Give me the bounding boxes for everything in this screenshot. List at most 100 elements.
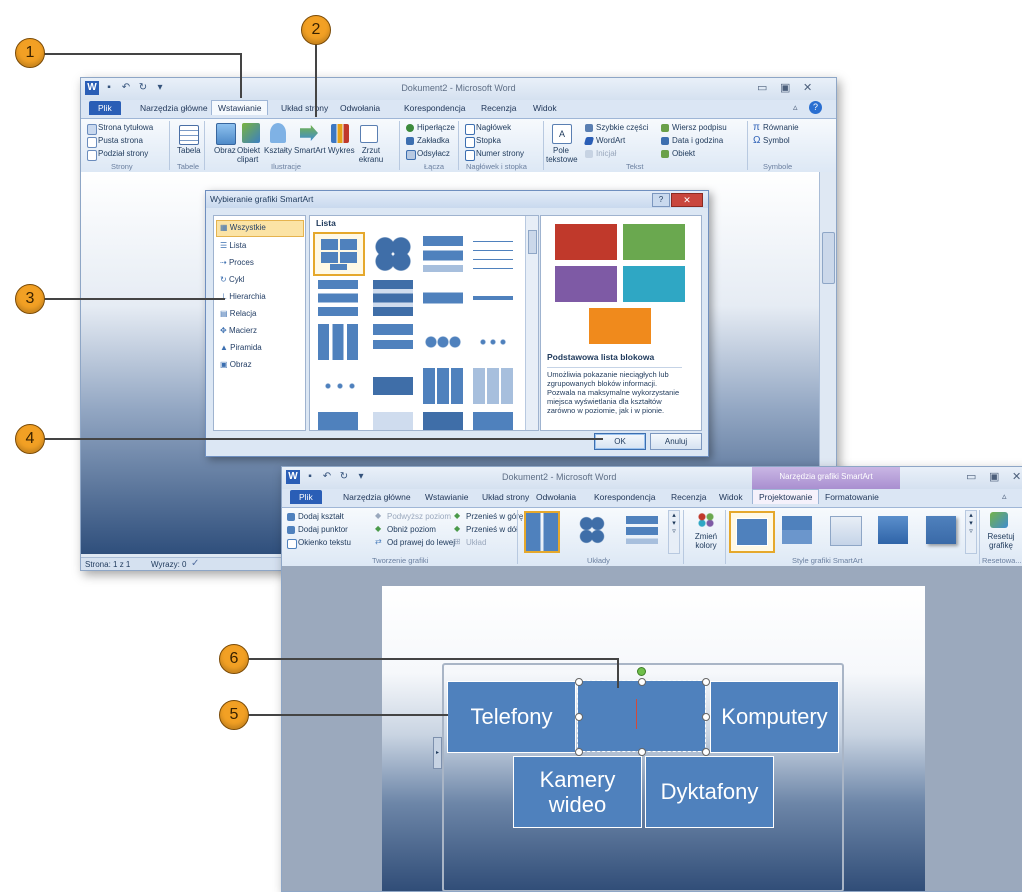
move-down-button[interactable]: Przenieś w dół	[466, 525, 518, 534]
resize-handle[interactable]	[638, 678, 646, 686]
minimize-button[interactable]: ▭	[757, 81, 767, 94]
tab-home[interactable]: Narzędzia główne	[343, 492, 411, 502]
quick-parts-button[interactable]: Szybkie części	[596, 123, 648, 132]
tab-references[interactable]: Odwołania	[536, 492, 576, 502]
hyperlink-button[interactable]: Hiperłącze	[417, 123, 455, 132]
tab-home[interactable]: Narzędzia główne	[140, 103, 208, 113]
tab-layout[interactable]: Układ strony	[482, 492, 529, 502]
layout-thumb[interactable]	[373, 324, 413, 360]
layout-thumb-selected[interactable]	[313, 232, 365, 276]
dialog-close-button[interactable]: ✕	[671, 193, 703, 207]
selected-shape[interactable]	[577, 680, 706, 752]
bookmark-button[interactable]: Zakładka	[417, 136, 449, 145]
tab-review[interactable]: Recenzja	[481, 103, 516, 113]
status-words[interactable]: Wyrazy: 0	[151, 560, 187, 569]
redo-icon[interactable]: ↻	[337, 470, 351, 484]
category-list-item[interactable]: ☰ Lista	[220, 241, 246, 250]
gallery-scrollbar[interactable]	[525, 216, 538, 430]
styles-gallery-scroll[interactable]: ▴ ▾ ▿	[965, 510, 977, 554]
tab-insert[interactable]: Wstawianie	[211, 100, 269, 115]
picture-button[interactable]: Obraz	[214, 146, 236, 155]
date-time-button[interactable]: Data i godzina	[672, 136, 723, 145]
layout-thumb[interactable]	[318, 280, 358, 316]
close-button[interactable]: ✕	[803, 81, 812, 94]
tab-mailings[interactable]: Korespondencja	[404, 103, 465, 113]
layout-thumb[interactable]	[423, 324, 463, 360]
object-button[interactable]: Obiekt	[672, 149, 695, 158]
dialog-help-button[interactable]: ?	[652, 193, 670, 207]
resize-handle[interactable]	[702, 713, 710, 721]
smartart-button[interactable]: SmartArt	[294, 146, 326, 155]
style-item[interactable]	[830, 516, 862, 546]
save-icon[interactable]: ▪	[303, 470, 317, 484]
add-bullet-button[interactable]: Dodaj punktor	[298, 525, 348, 534]
layout-thumb[interactable]	[373, 280, 413, 316]
maximize-button[interactable]: ▣	[989, 470, 999, 483]
header-button[interactable]: Nagłówek	[476, 123, 511, 132]
category-matrix[interactable]: ✥ Macierz	[220, 326, 257, 335]
layout-thumb[interactable]	[473, 236, 513, 272]
tab-view[interactable]: Widok	[533, 103, 557, 113]
tab-insert[interactable]: Wstawianie	[425, 492, 468, 502]
maximize-button[interactable]: ▣	[780, 81, 790, 94]
layout-thumb[interactable]	[473, 280, 513, 316]
tab-references[interactable]: Odwołania	[340, 103, 380, 113]
textbox-button[interactable]: Pole tekstowe	[546, 146, 578, 164]
category-all[interactable]: ▦ Wszystkie	[220, 223, 266, 232]
layout-button[interactable]: Układ	[466, 538, 486, 547]
symbol-button[interactable]: Symbol	[763, 136, 790, 145]
text-pane-button[interactable]: Okienko tekstu	[298, 538, 351, 547]
right-to-left-button[interactable]: Od prawej do lewej	[387, 538, 455, 547]
layout-thumb[interactable]	[318, 368, 358, 404]
table-button[interactable]: Tabela	[177, 146, 201, 155]
style-item-selected[interactable]	[729, 511, 775, 553]
signature-line-button[interactable]: Wiersz podpisu	[672, 123, 727, 132]
blank-page-button[interactable]: Pusta strona	[98, 136, 143, 145]
category-cycle[interactable]: ↻ Cykl	[220, 275, 245, 284]
shape-computers[interactable]: Komputery	[710, 681, 839, 753]
rotation-handle[interactable]	[637, 667, 646, 676]
layout-thumb[interactable]	[318, 412, 358, 430]
resize-handle[interactable]	[575, 678, 583, 686]
tab-design[interactable]: Projektowanie	[752, 489, 820, 504]
layout-thumb[interactable]	[473, 324, 513, 360]
customize-qat-icon[interactable]: ▾	[354, 470, 368, 484]
status-page[interactable]: Strona: 1 z 1	[85, 560, 130, 569]
layouts-gallery-item[interactable]	[626, 516, 658, 544]
gallery-scroll-thumb[interactable]	[528, 230, 537, 254]
tab-file[interactable]: Plik	[89, 101, 121, 115]
text-pane-toggle[interactable]: ▸	[433, 737, 442, 769]
category-pyramid[interactable]: ▲ Piramida	[220, 343, 262, 352]
layout-thumb[interactable]	[423, 280, 463, 316]
scrollbar-thumb[interactable]	[822, 232, 835, 284]
tab-view[interactable]: Widok	[719, 492, 743, 502]
equation-button[interactable]: Równanie	[763, 123, 799, 132]
category-picture[interactable]: ▣ Obraz	[220, 360, 252, 369]
add-shape-button[interactable]: Dodaj kształt	[298, 512, 344, 521]
minimize-button[interactable]: ▭	[966, 470, 976, 483]
resize-handle[interactable]	[575, 748, 583, 756]
tab-mailings[interactable]: Korespondencja	[594, 492, 655, 502]
resize-handle[interactable]	[575, 713, 583, 721]
layouts-gallery-scroll[interactable]: ▴ ▾ ▿	[668, 510, 680, 554]
shapes-button[interactable]: Kształty	[264, 146, 292, 155]
screenshot-button[interactable]: Zrzut ekranu	[354, 146, 388, 164]
layout-thumb[interactable]	[473, 412, 513, 430]
style-item[interactable]	[878, 516, 908, 544]
drop-cap-button[interactable]: Inicjał	[596, 149, 616, 158]
tab-review[interactable]: Recenzja	[671, 492, 706, 502]
style-item[interactable]	[782, 516, 812, 544]
tab-format[interactable]: Formatowanie	[825, 492, 879, 502]
ribbon-minimize-icon[interactable]: ▵	[1002, 491, 1007, 502]
cancel-button[interactable]: Anuluj	[650, 433, 702, 450]
footer-button[interactable]: Stopka	[476, 136, 501, 145]
tab-file[interactable]: Plik	[290, 490, 322, 504]
layout-thumb[interactable]	[373, 412, 413, 430]
page-break-button[interactable]: Podział strony	[98, 149, 148, 158]
category-hierarchy[interactable]: ⊥ Hierarchia	[220, 292, 266, 301]
close-button[interactable]: ✕	[1012, 470, 1021, 483]
move-up-button[interactable]: Przenieś w górę	[466, 512, 523, 521]
layout-thumb[interactable]	[318, 324, 358, 360]
ribbon-minimize-icon[interactable]: ▵	[793, 102, 798, 113]
layout-thumb[interactable]	[473, 368, 513, 404]
